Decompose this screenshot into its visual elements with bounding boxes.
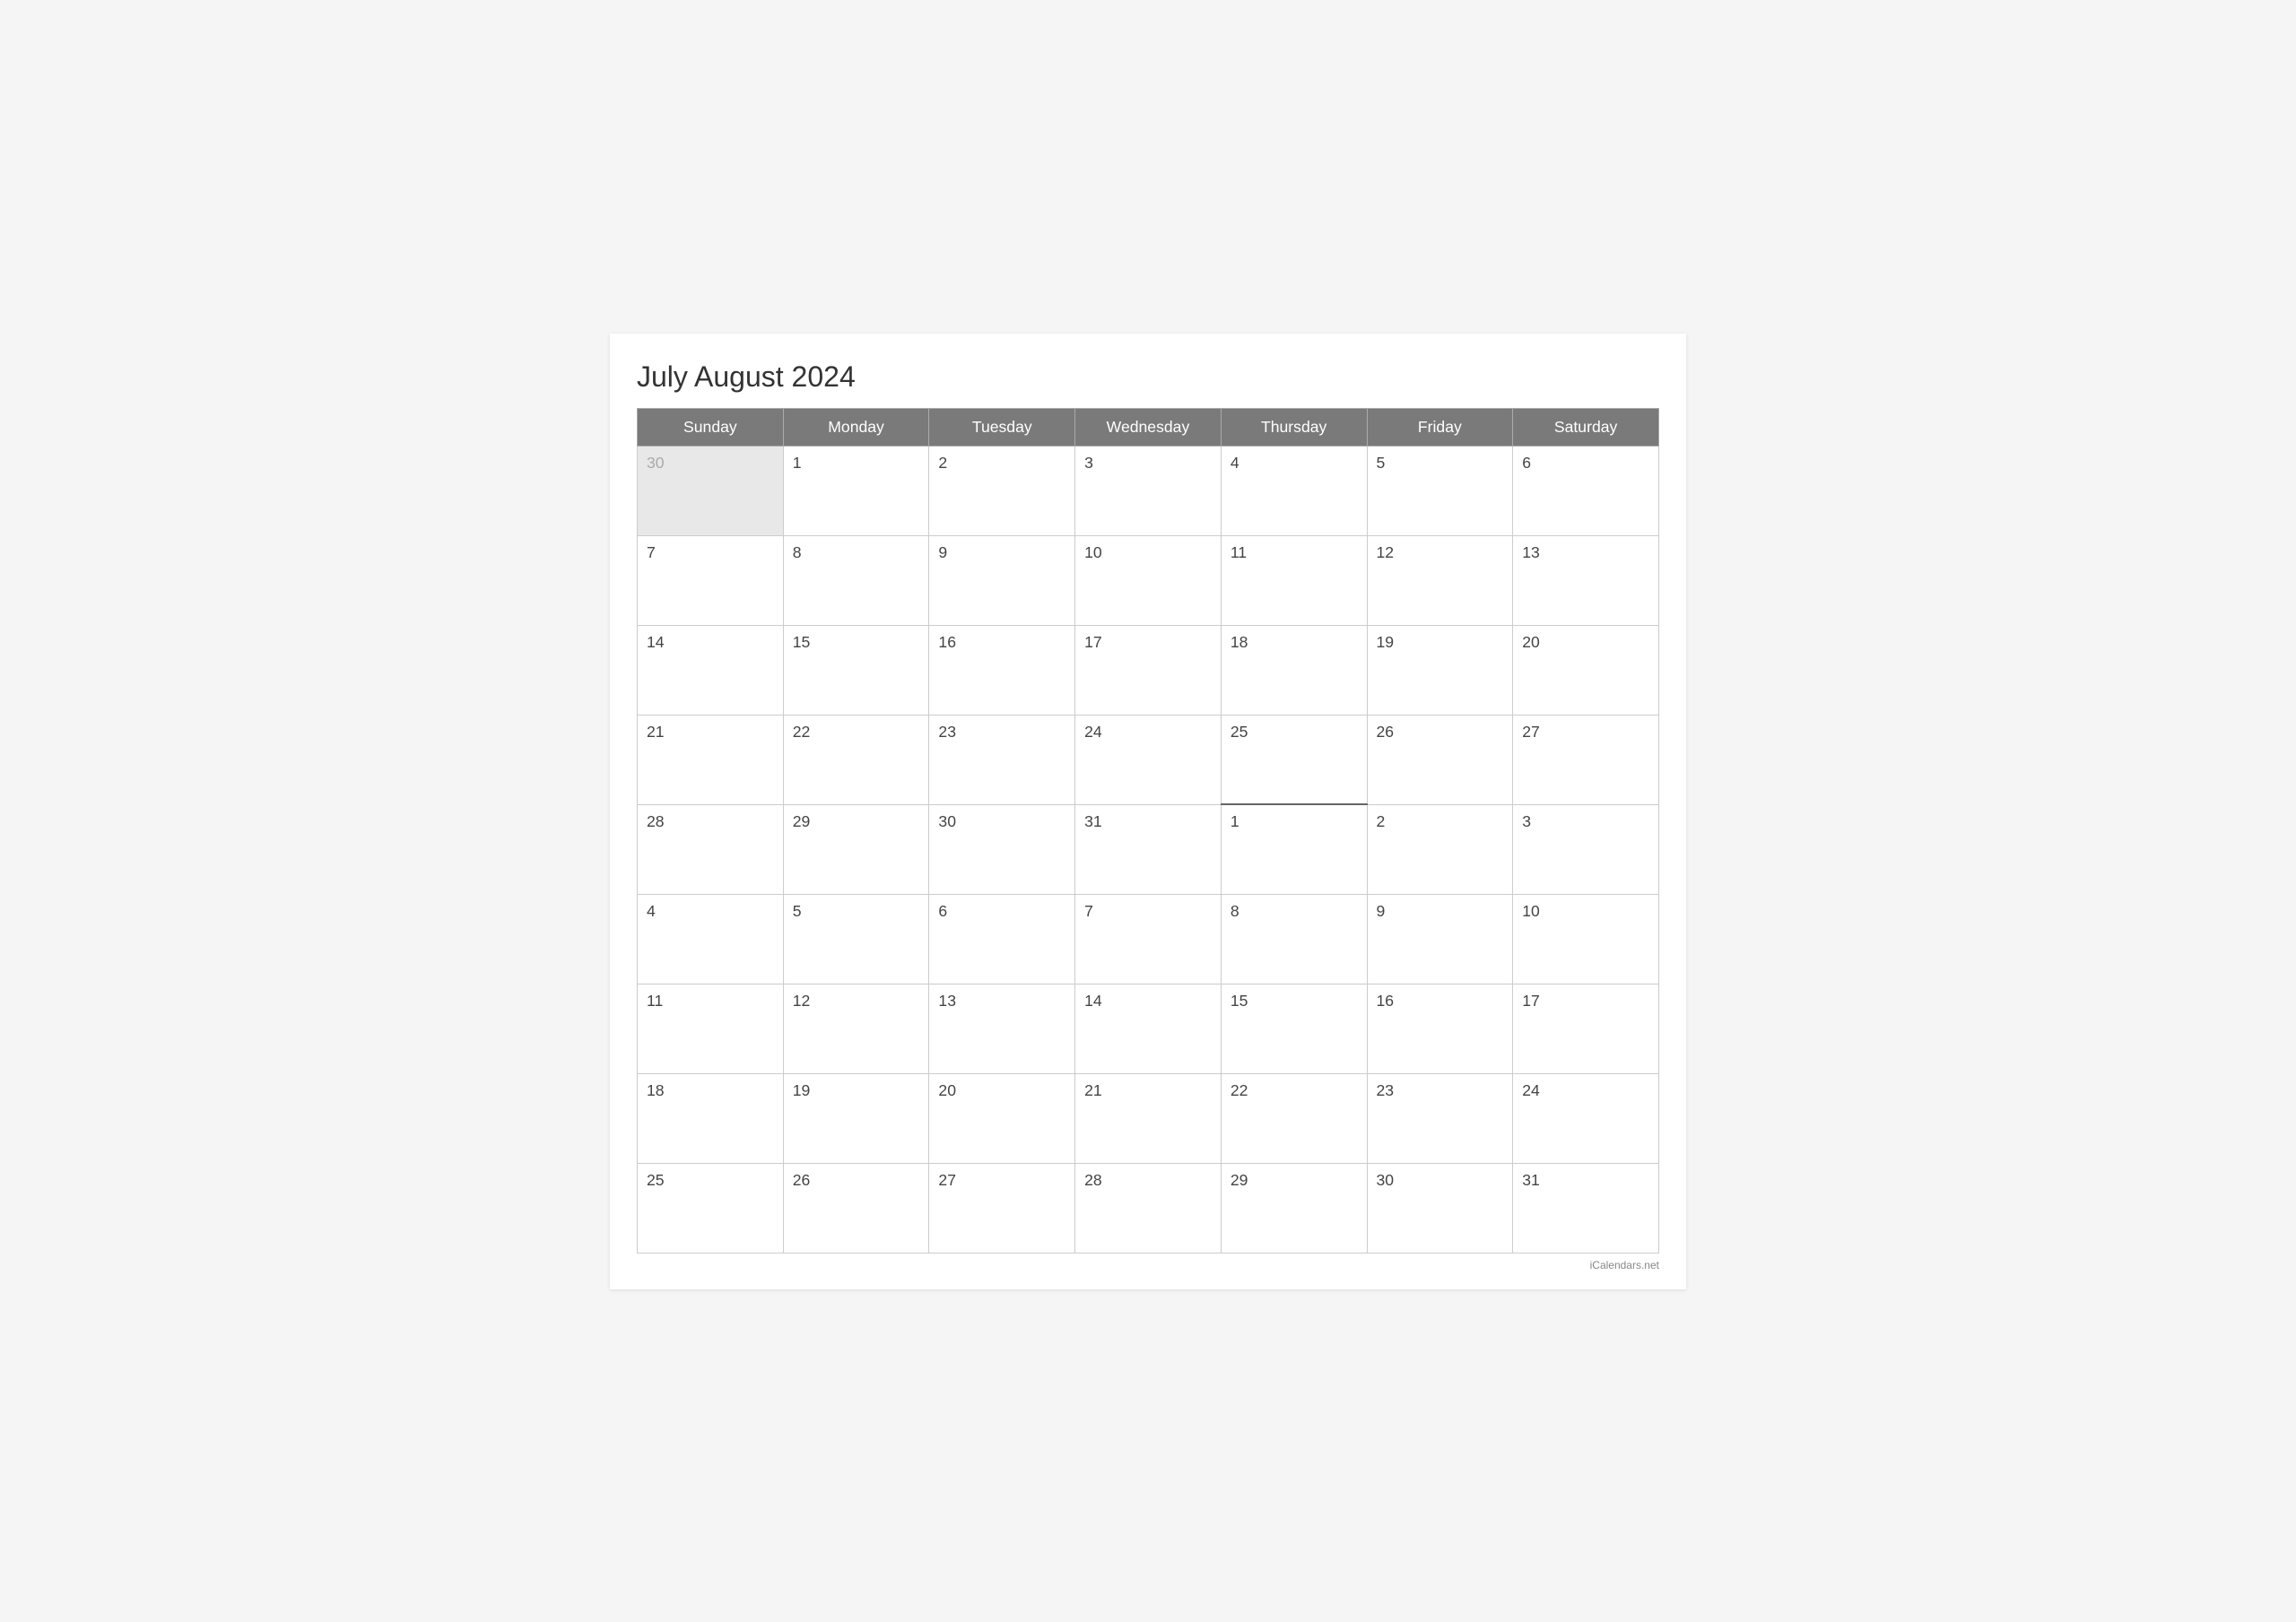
header-cell-saturday: Saturday [1513, 408, 1659, 446]
calendar-day-cell[interactable]: 15 [1221, 984, 1367, 1073]
calendar-day-cell[interactable]: 21 [1075, 1073, 1222, 1163]
calendar-day-cell[interactable]: 23 [929, 715, 1075, 804]
calendar-day-cell[interactable]: 29 [783, 804, 929, 894]
calendar-day-cell[interactable]: 7 [1075, 894, 1222, 984]
calendar-day-cell[interactable]: 23 [1367, 1073, 1513, 1163]
calendar-footer: iCalendars.net [637, 1259, 1659, 1271]
calendar-day-cell[interactable]: 17 [1075, 625, 1222, 715]
calendar-day-cell[interactable]: 7 [638, 535, 784, 625]
calendar-day-cell[interactable]: 1 [783, 446, 929, 535]
calendar-day-cell[interactable]: 16 [929, 625, 1075, 715]
header-cell-sunday: Sunday [638, 408, 784, 446]
calendar-day-cell[interactable]: 30 [638, 446, 784, 535]
calendar-day-cell[interactable]: 30 [1367, 1163, 1513, 1253]
calendar-day-cell[interactable]: 19 [1367, 625, 1513, 715]
calendar-week-row: 45678910 [638, 894, 1659, 984]
header-cell-monday: Monday [783, 408, 929, 446]
calendar-day-cell[interactable]: 9 [929, 535, 1075, 625]
calendar-day-cell[interactable]: 8 [1221, 894, 1367, 984]
calendar-day-cell[interactable]: 16 [1367, 984, 1513, 1073]
calendar-day-cell[interactable]: 29 [1221, 1163, 1367, 1253]
calendar-day-cell[interactable]: 5 [1367, 446, 1513, 535]
calendar-day-cell[interactable]: 25 [1221, 715, 1367, 804]
calendar-day-cell[interactable]: 10 [1075, 535, 1222, 625]
calendar-day-cell[interactable]: 18 [638, 1073, 784, 1163]
calendar-day-cell[interactable]: 20 [929, 1073, 1075, 1163]
calendar-day-cell[interactable]: 15 [783, 625, 929, 715]
calendar-day-cell[interactable]: 20 [1513, 625, 1659, 715]
calendar-day-cell[interactable]: 19 [783, 1073, 929, 1163]
calendar-week-row: 11121314151617 [638, 984, 1659, 1073]
calendar-day-cell[interactable]: 17 [1513, 984, 1659, 1073]
calendar-day-cell[interactable]: 30 [929, 804, 1075, 894]
calendar-day-cell[interactable]: 24 [1513, 1073, 1659, 1163]
calendar-day-cell[interactable]: 10 [1513, 894, 1659, 984]
calendar-day-cell[interactable]: 24 [1075, 715, 1222, 804]
calendar-day-cell[interactable]: 4 [638, 894, 784, 984]
calendar-day-cell[interactable]: 22 [1221, 1073, 1367, 1163]
calendar-day-cell[interactable]: 13 [1513, 535, 1659, 625]
calendar-day-cell[interactable]: 1 [1221, 804, 1367, 894]
calendar-day-cell[interactable]: 5 [783, 894, 929, 984]
header-row: SundayMondayTuesdayWednesdayThursdayFrid… [638, 408, 1659, 446]
calendar-day-cell[interactable]: 28 [638, 804, 784, 894]
calendar-day-cell[interactable]: 14 [638, 625, 784, 715]
calendar-day-cell[interactable]: 11 [638, 984, 784, 1073]
calendar-day-cell[interactable]: 2 [1367, 804, 1513, 894]
calendar-day-cell[interactable]: 27 [1513, 715, 1659, 804]
header-cell-wednesday: Wednesday [1075, 408, 1222, 446]
calendar-day-cell[interactable]: 14 [1075, 984, 1222, 1073]
calendar-day-cell[interactable]: 26 [1367, 715, 1513, 804]
calendar-day-cell[interactable]: 8 [783, 535, 929, 625]
calendar-day-cell[interactable]: 25 [638, 1163, 784, 1253]
calendar-table: SundayMondayTuesdayWednesdayThursdayFrid… [637, 408, 1659, 1253]
calendar-week-row: 25262728293031 [638, 1163, 1659, 1253]
calendar-day-cell[interactable]: 6 [1513, 446, 1659, 535]
calendar-day-cell[interactable]: 9 [1367, 894, 1513, 984]
calendar-day-cell[interactable]: 4 [1221, 446, 1367, 535]
calendar-day-cell[interactable]: 3 [1075, 446, 1222, 535]
calendar-day-cell[interactable]: 13 [929, 984, 1075, 1073]
calendar-day-cell[interactable]: 12 [1367, 535, 1513, 625]
calendar-week-row: 28293031123 [638, 804, 1659, 894]
calendar-week-row: 14151617181920 [638, 625, 1659, 715]
calendar-day-cell[interactable]: 31 [1075, 804, 1222, 894]
calendar-day-cell[interactable]: 26 [783, 1163, 929, 1253]
calendar-day-cell[interactable]: 22 [783, 715, 929, 804]
calendar-day-cell[interactable]: 28 [1075, 1163, 1222, 1253]
header-cell-friday: Friday [1367, 408, 1513, 446]
calendar-week-row: 30123456 [638, 446, 1659, 535]
calendar-day-cell[interactable]: 31 [1513, 1163, 1659, 1253]
calendar-day-cell[interactable]: 2 [929, 446, 1075, 535]
header-cell-tuesday: Tuesday [929, 408, 1075, 446]
calendar-day-cell[interactable]: 27 [929, 1163, 1075, 1253]
calendar-header: SundayMondayTuesdayWednesdayThursdayFrid… [638, 408, 1659, 446]
calendar-body: 3012345678910111213141516171819202122232… [638, 446, 1659, 1253]
calendar-day-cell[interactable]: 12 [783, 984, 929, 1073]
calendar-day-cell[interactable]: 21 [638, 715, 784, 804]
calendar-week-row: 21222324252627 [638, 715, 1659, 804]
calendar-day-cell[interactable]: 11 [1221, 535, 1367, 625]
calendar-day-cell[interactable]: 18 [1221, 625, 1367, 715]
calendar-title: July August 2024 [637, 360, 1659, 394]
calendar-day-cell[interactable]: 6 [929, 894, 1075, 984]
calendar-container: July August 2024 SundayMondayTuesdayWedn… [610, 334, 1686, 1289]
calendar-day-cell[interactable]: 3 [1513, 804, 1659, 894]
header-cell-thursday: Thursday [1221, 408, 1367, 446]
calendar-week-row: 18192021222324 [638, 1073, 1659, 1163]
calendar-week-row: 78910111213 [638, 535, 1659, 625]
